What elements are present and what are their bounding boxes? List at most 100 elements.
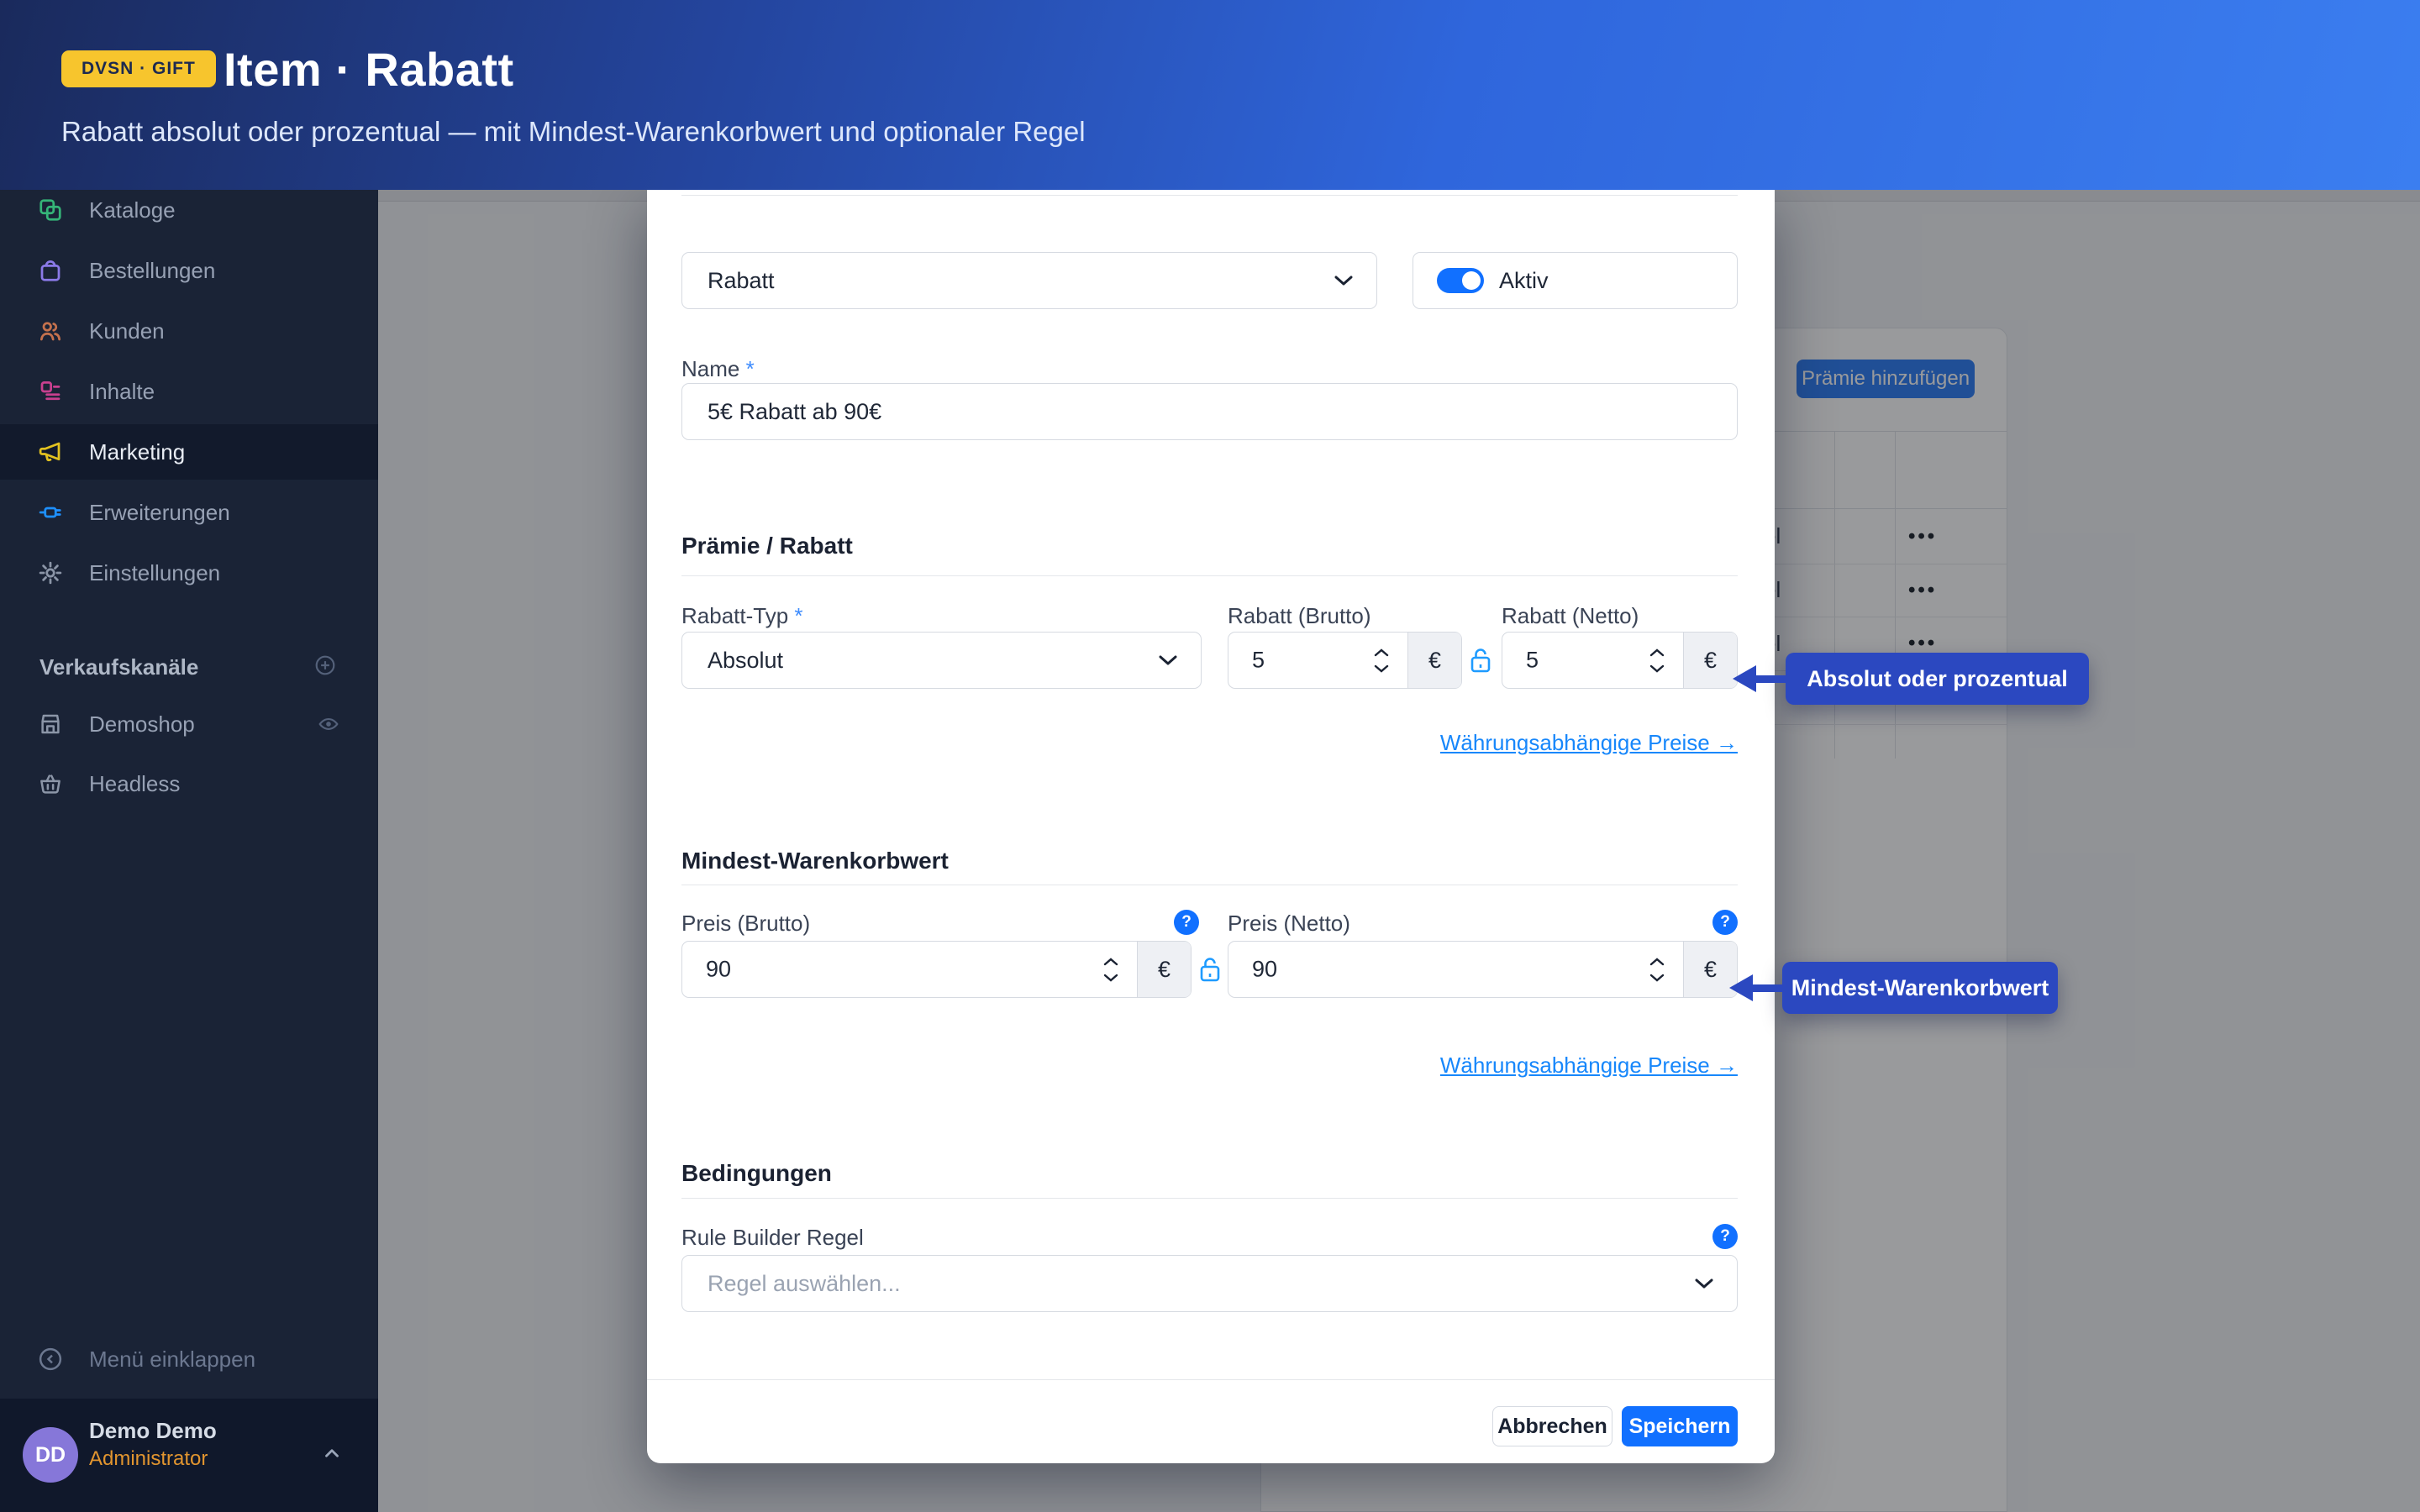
rabatt-netto-label: Rabatt (Netto) bbox=[1502, 603, 1639, 628]
avatar: DD bbox=[23, 1427, 78, 1483]
rule-builder-label: Rule Builder Regel bbox=[681, 1225, 864, 1250]
sidebar-item-bestellungen[interactable]: Bestellungen bbox=[0, 243, 378, 298]
sidebar-item-marketing[interactable]: Marketing bbox=[0, 424, 378, 480]
collapse-menu-label: Menü einklappen bbox=[89, 1346, 256, 1372]
number-stepper[interactable] bbox=[1648, 942, 1666, 997]
save-button[interactable]: Speichern bbox=[1622, 1406, 1738, 1446]
currency-prices-link[interactable]: Währungsabhängige Preise → bbox=[1440, 730, 1738, 756]
collapse-chevron-icon bbox=[38, 1347, 63, 1372]
rabatt-brutto-input[interactable]: 5 € bbox=[1228, 632, 1462, 689]
chevron-down-icon bbox=[1334, 275, 1353, 286]
preis-netto-value: 90 bbox=[1252, 956, 1278, 982]
rabatt-netto-input[interactable]: 5 € bbox=[1502, 632, 1738, 689]
rule-select[interactable]: Regel auswählen... bbox=[681, 1255, 1738, 1312]
rabatt-typ-value: Absolut bbox=[708, 647, 784, 673]
lock-icon[interactable] bbox=[1199, 956, 1221, 983]
stepper-down-icon bbox=[1103, 974, 1118, 982]
rabatt-brutto-label: Rabatt (Brutto) bbox=[1228, 603, 1371, 628]
add-sales-channel-icon[interactable] bbox=[314, 654, 336, 676]
section-divider bbox=[681, 195, 1738, 196]
shopping-bag-icon bbox=[38, 258, 63, 283]
preis-brutto-value: 90 bbox=[706, 956, 732, 982]
preis-netto-input[interactable]: 90 € bbox=[1228, 941, 1738, 998]
name-label: Name * bbox=[681, 356, 755, 381]
number-stepper[interactable] bbox=[1372, 633, 1391, 688]
sidebar-item-label: Bestellungen bbox=[89, 257, 216, 283]
catalogues-icon bbox=[38, 197, 63, 223]
rabatt-typ-label: Rabatt-Typ * bbox=[681, 603, 803, 628]
sidebar-item-label: Erweiterungen bbox=[89, 499, 230, 525]
currency-prices-link[interactable]: Währungsabhängige Preise → bbox=[1440, 1053, 1738, 1079]
section-divider bbox=[681, 575, 1738, 576]
basket-icon bbox=[38, 771, 63, 796]
sidebar-item-label: Demoshop bbox=[89, 711, 195, 737]
sidebar: Kataloge Bestellungen Kunden Inhalte Mar… bbox=[0, 190, 378, 1512]
chevron-up-icon[interactable] bbox=[321, 1442, 343, 1464]
preis-brutto-label: Preis (Brutto) bbox=[681, 911, 811, 936]
user-role: Administrator bbox=[89, 1447, 208, 1470]
number-stepper[interactable] bbox=[1102, 942, 1120, 997]
collapse-menu-button[interactable]: Menü einklappen bbox=[0, 1331, 378, 1387]
customers-icon bbox=[38, 318, 63, 344]
stepper-up-icon bbox=[1649, 648, 1665, 656]
rabatt-netto-value: 5 bbox=[1526, 647, 1539, 673]
preis-netto-label: Preis (Netto) bbox=[1228, 911, 1350, 936]
callout-min-cart: Mindest-Warenkorbwert bbox=[1782, 962, 2058, 1014]
sidebar-item-label: Marketing bbox=[89, 438, 186, 465]
section-heading-praemie: Prämie / Rabatt bbox=[681, 533, 853, 559]
cancel-button[interactable]: Abbrechen bbox=[1492, 1406, 1612, 1446]
gear-icon bbox=[38, 560, 63, 585]
rabatt-typ-select[interactable]: Absolut bbox=[681, 632, 1202, 689]
sidebar-item-einstellungen[interactable]: Einstellungen bbox=[0, 545, 378, 601]
section-heading-mindest: Mindest-Warenkorbwert bbox=[681, 848, 949, 874]
callout-arrowhead-icon bbox=[1733, 665, 1756, 692]
help-icon[interactable]: ? bbox=[1174, 910, 1199, 935]
page-subtitle: Rabatt absolut oder prozentual — mit Min… bbox=[61, 116, 1086, 147]
sidebar-item-label: Kunden bbox=[89, 318, 165, 344]
sidebar-item-headless[interactable]: Headless bbox=[0, 756, 378, 811]
currency-suffix: € bbox=[1683, 633, 1737, 688]
active-toggle[interactable] bbox=[1437, 268, 1484, 293]
stepper-down-icon bbox=[1649, 664, 1665, 673]
rabatt-brutto-value: 5 bbox=[1252, 647, 1265, 673]
active-toggle-label: Aktiv bbox=[1499, 267, 1549, 293]
number-stepper[interactable] bbox=[1648, 633, 1666, 688]
sidebar-item-label: Inhalte bbox=[89, 378, 155, 404]
sidebar-item-kunden[interactable]: Kunden bbox=[0, 303, 378, 359]
page-title: Item · Rabatt bbox=[224, 43, 514, 96]
plug-icon bbox=[38, 500, 63, 525]
required-mark: * bbox=[745, 356, 755, 381]
name-input[interactable]: 5€ Rabatt ab 90€ bbox=[681, 383, 1738, 440]
sidebar-item-label: Kataloge bbox=[89, 197, 176, 223]
sidebar-item-demoshop[interactable]: Demoshop bbox=[0, 696, 378, 752]
callout-arrow bbox=[1751, 984, 1783, 992]
sidebar-item-kataloge[interactable]: Kataloge bbox=[0, 182, 378, 238]
callout-arrowhead-icon bbox=[1729, 974, 1753, 1001]
stepper-down-icon bbox=[1649, 974, 1665, 982]
typ-select[interactable]: Rabatt bbox=[681, 252, 1377, 309]
callout-arrow bbox=[1754, 675, 1786, 683]
app-header: DVSN · GIFT Item · Rabatt Rabatt absolut… bbox=[0, 0, 2420, 190]
help-icon[interactable]: ? bbox=[1712, 1224, 1738, 1249]
currency-suffix: € bbox=[1137, 942, 1191, 997]
visibility-eye-icon[interactable] bbox=[318, 713, 339, 735]
sidebar-item-label: Headless bbox=[89, 770, 181, 796]
megaphone-icon bbox=[38, 439, 63, 465]
content-icon bbox=[38, 379, 63, 404]
preis-brutto-input[interactable]: 90 € bbox=[681, 941, 1192, 998]
name-input-value: 5€ Rabatt ab 90€ bbox=[708, 398, 882, 424]
typ-select-value: Rabatt bbox=[708, 267, 775, 293]
active-toggle-box[interactable]: Aktiv bbox=[1413, 252, 1738, 309]
stepper-down-icon bbox=[1374, 664, 1389, 673]
plugin-badge: DVSN · GIFT bbox=[61, 50, 216, 87]
user-menu[interactable]: DD Demo Demo Administrator bbox=[0, 1399, 378, 1512]
section-divider bbox=[681, 1198, 1738, 1199]
lock-icon[interactable] bbox=[1470, 647, 1491, 674]
sidebar-item-inhalte[interactable]: Inhalte bbox=[0, 364, 378, 419]
stepper-up-icon bbox=[1649, 957, 1665, 965]
chevron-down-icon bbox=[1159, 654, 1177, 666]
sidebar-item-erweiterungen[interactable]: Erweiterungen bbox=[0, 485, 378, 540]
stepper-up-icon bbox=[1374, 648, 1389, 656]
help-icon[interactable]: ? bbox=[1712, 910, 1738, 935]
stepper-up-icon bbox=[1103, 957, 1118, 965]
